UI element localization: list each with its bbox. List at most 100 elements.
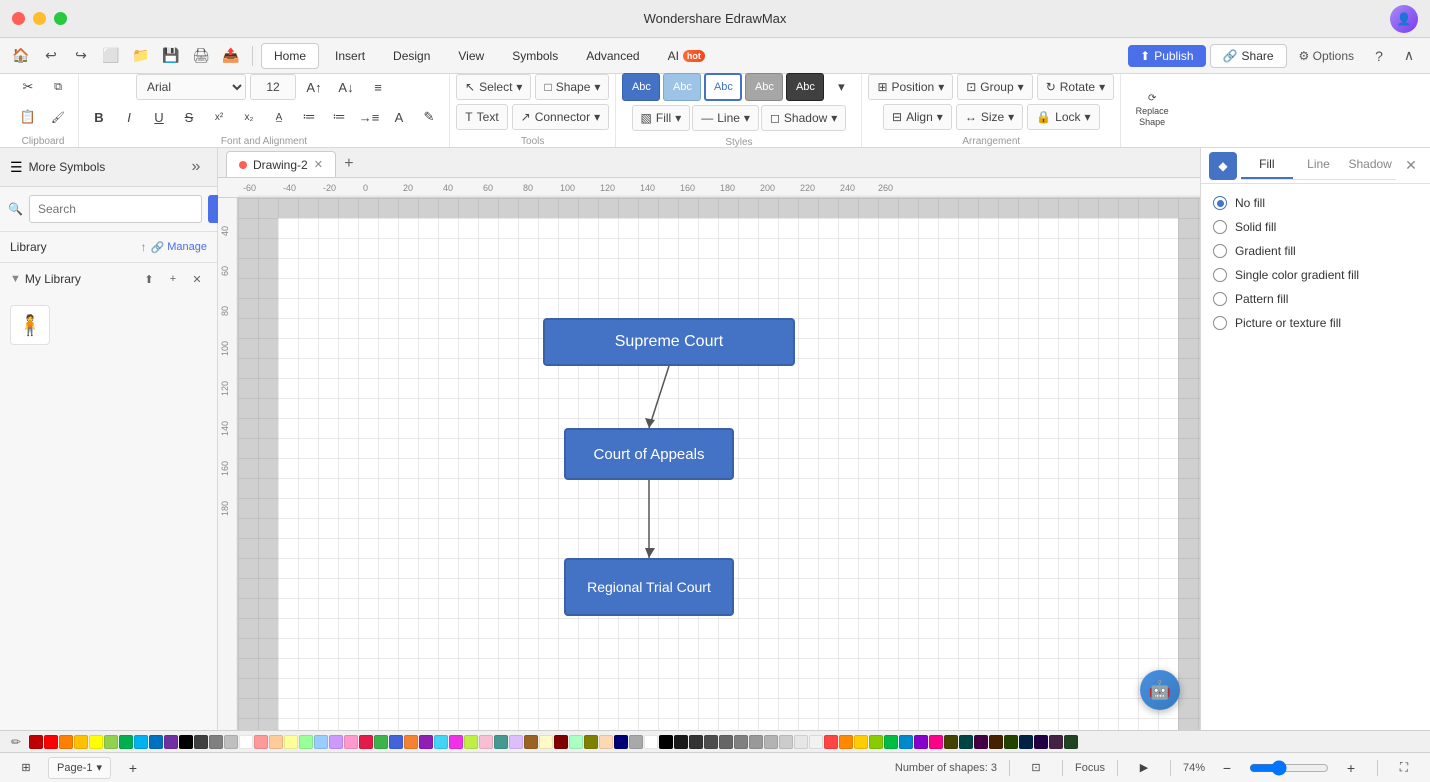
bullet-list-btn[interactable]: ≔ (295, 104, 323, 130)
align-btn[interactable]: ≡ (364, 74, 392, 100)
increase-font-btn[interactable]: A↑ (300, 74, 328, 100)
color-swatch[interactable] (194, 735, 208, 749)
align-btn-2[interactable]: ⊟ Align ▾ (883, 104, 952, 130)
add-library-btn[interactable]: + (163, 269, 183, 289)
decrease-font-btn[interactable]: A↓ (332, 74, 360, 100)
color-swatch[interactable] (284, 735, 298, 749)
color-swatch[interactable] (614, 735, 628, 749)
color-swatch[interactable] (659, 735, 673, 749)
canvas-content[interactable]: Supreme Court Court of Appeals Regional … (278, 218, 1178, 730)
color-swatch[interactable] (89, 735, 103, 749)
copy-btn[interactable]: ⧉ (44, 74, 72, 100)
text-style-btn[interactable]: A̲ (265, 104, 293, 130)
publish-button[interactable]: ⬆ Publish (1128, 45, 1205, 67)
color-swatch[interactable] (209, 735, 223, 749)
canvas[interactable]: Supreme Court Court of Appeals Regional … (238, 198, 1200, 730)
color-swatch[interactable] (314, 735, 328, 749)
new-tab-btn[interactable]: ⬜ (98, 43, 124, 69)
sidebar-arrow-btn[interactable]: » (185, 156, 207, 178)
line-btn[interactable]: — Line ▾ (692, 105, 759, 131)
open-file-btn[interactable]: 📁 (128, 43, 154, 69)
tab-fill[interactable]: Fill (1241, 151, 1293, 179)
color-swatch[interactable] (779, 735, 793, 749)
menu-insert[interactable]: Insert (323, 43, 377, 69)
fill-option-pattern[interactable]: Pattern fill (1213, 292, 1418, 306)
menu-symbols[interactable]: Symbols (500, 43, 570, 69)
color-swatch[interactable] (644, 735, 658, 749)
underline-btn[interactable]: U (145, 104, 173, 130)
color-swatch[interactable] (599, 735, 613, 749)
superscript-btn[interactable]: x² (205, 104, 233, 130)
font-size-input[interactable] (250, 74, 296, 100)
color-swatch[interactable] (1019, 735, 1033, 749)
color-swatch[interactable] (434, 735, 448, 749)
paste-btn[interactable]: 📋 (14, 104, 42, 130)
options-button[interactable]: ⚙ Options (1291, 45, 1362, 67)
color-swatch[interactable] (719, 735, 733, 749)
color-swatch[interactable] (929, 735, 943, 749)
add-tab-btn[interactable]: + (338, 153, 360, 175)
group-btn[interactable]: ⊡ Group ▾ (957, 74, 1032, 100)
export-library-btn[interactable]: ⬆ (139, 269, 159, 289)
menu-design[interactable]: Design (381, 43, 442, 69)
drawing-tab[interactable]: Drawing-2 ✕ (226, 151, 336, 177)
indent-btn[interactable]: →≡ (355, 104, 383, 130)
color-swatch[interactable] (944, 735, 958, 749)
menu-ai[interactable]: AI hot (656, 43, 717, 69)
tab-close-btn[interactable]: ✕ (314, 158, 323, 171)
zoom-out-btn[interactable]: − (1213, 755, 1241, 781)
color-swatch[interactable] (404, 735, 418, 749)
color-swatch[interactable] (29, 735, 43, 749)
cut-btn[interactable]: ✂ (14, 74, 42, 100)
color-swatch[interactable] (1049, 735, 1063, 749)
color-swatch[interactable] (464, 735, 478, 749)
color-swatch[interactable] (119, 735, 133, 749)
bold-btn[interactable]: B (85, 104, 113, 130)
ai-assistant-btn[interactable]: 🤖 (1140, 670, 1180, 710)
numbered-list-btn[interactable]: ≔ (325, 104, 353, 130)
italic-btn[interactable]: I (115, 104, 143, 130)
lock-btn[interactable]: 🔒 Lock ▾ (1027, 104, 1099, 130)
regional-trial-court-shape[interactable]: Regional Trial Court (564, 558, 734, 616)
font-family-select[interactable]: Arial (136, 74, 246, 100)
shadow-btn[interactable]: ◻ Shadow ▾ (761, 105, 846, 131)
tab-line[interactable]: Line (1293, 151, 1345, 179)
position-btn[interactable]: ⊞ Position ▾ (868, 74, 953, 100)
fill-option-picture[interactable]: Picture or texture fill (1213, 316, 1418, 330)
redo-btn[interactable]: ↪ (68, 43, 94, 69)
color-swatch[interactable] (344, 735, 358, 749)
more-styles-btn[interactable]: ▾ (827, 74, 855, 100)
connector-tool-btn[interactable]: ↗ Connector ▾ (512, 104, 609, 130)
color-swatch[interactable] (824, 735, 838, 749)
color-swatch[interactable] (704, 735, 718, 749)
color-swatch[interactable] (809, 735, 823, 749)
color-swatch[interactable] (494, 735, 508, 749)
menu-advanced[interactable]: Advanced (574, 43, 651, 69)
shape-tool-btn[interactable]: □ Shape ▾ (535, 74, 609, 100)
color-swatch[interactable] (974, 735, 988, 749)
font-color-btn[interactable]: A (385, 104, 413, 130)
fill-option-no-fill[interactable]: No fill (1213, 196, 1418, 210)
user-avatar[interactable]: 👤 (1390, 5, 1418, 33)
color-swatch[interactable] (899, 735, 913, 749)
menu-view[interactable]: View (446, 43, 496, 69)
color-swatch[interactable] (1004, 735, 1018, 749)
undo-btn[interactable]: ↩ (38, 43, 64, 69)
color-swatch[interactable] (359, 735, 373, 749)
color-swatch[interactable] (269, 735, 283, 749)
style-swatch-5[interactable]: Abc (786, 73, 824, 101)
color-swatch[interactable] (629, 735, 643, 749)
maximize-window-btn[interactable] (54, 12, 67, 25)
color-swatch[interactable] (149, 735, 163, 749)
color-swatch[interactable] (419, 735, 433, 749)
print-btn[interactable]: 🖨 (188, 43, 214, 69)
page-tab[interactable]: Page-1 ▾ (48, 757, 111, 779)
manage-link[interactable]: 🔗 Manage (151, 241, 207, 254)
color-swatch[interactable] (539, 735, 553, 749)
select-tool-btn[interactable]: ↖ Select ▾ (456, 74, 531, 100)
color-swatch[interactable] (239, 735, 253, 749)
style-swatch-2[interactable]: Abc (663, 73, 701, 101)
fill-btn[interactable]: ▧ Fill ▾ (632, 105, 691, 131)
color-swatch[interactable] (509, 735, 523, 749)
close-library-btn[interactable]: ✕ (187, 269, 207, 289)
